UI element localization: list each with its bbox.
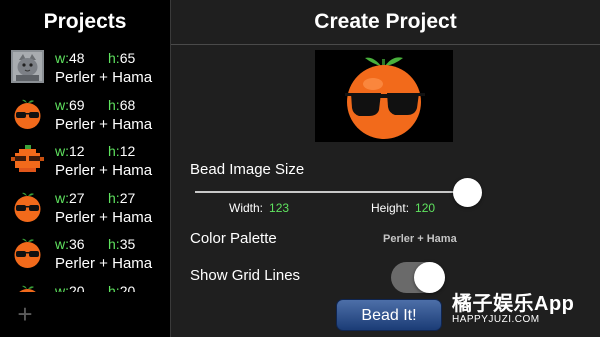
height-label: h: xyxy=(108,96,120,113)
height-readout-value: 120 xyxy=(415,201,436,215)
panel-divider xyxy=(170,0,171,337)
orange-thumbnail xyxy=(11,97,44,130)
grid-lines-toggle-knob[interactable] xyxy=(414,262,445,293)
color-palette-label: Color Palette xyxy=(190,230,277,247)
project-list-item[interactable]: w:12 h:12 Perler + Hama xyxy=(0,140,170,187)
width-value: 12 xyxy=(69,143,85,159)
width-label: w: xyxy=(55,96,69,113)
cat-thumbnail xyxy=(11,50,44,83)
bead-size-slider-fill xyxy=(195,191,454,193)
height-value: 27 xyxy=(119,189,136,206)
width-label: w: xyxy=(55,189,69,206)
palette-name: Perler + Hama xyxy=(55,255,153,272)
sidebar-title: Projects xyxy=(43,10,127,33)
bead-size-slider-thumb[interactable] xyxy=(453,178,482,207)
height-label: h: xyxy=(108,50,120,66)
height-label: h: xyxy=(108,143,120,159)
bead-size-label: Bead Image Size xyxy=(190,161,305,178)
height-label: h: xyxy=(108,282,120,293)
orange-thumbnail xyxy=(11,190,44,223)
width-value: 20 xyxy=(69,282,85,293)
width-label: w: xyxy=(55,236,69,252)
orange-thumbnail xyxy=(11,236,44,269)
watermark-title: 橘子娱乐App xyxy=(452,293,575,315)
height-value: 65 xyxy=(119,50,136,66)
projects-sidebar: Projects w:48 h:65 Perler + Hama w:69 h:… xyxy=(0,0,170,337)
width-value: 69 xyxy=(69,96,85,113)
page-title: Create Project xyxy=(314,10,457,33)
grid-lines-label: Show Grid Lines xyxy=(190,267,301,284)
project-list-item[interactable]: w:69 h:68 Perler + Hama xyxy=(0,94,170,141)
width-readout-label: Width: xyxy=(229,201,264,215)
height-label: h: xyxy=(108,236,120,252)
orange-thumbnail xyxy=(11,283,44,292)
width-value: 36 xyxy=(69,236,85,252)
pixel-orange-thumbnail xyxy=(11,143,44,176)
palette-name: Perler + Hama xyxy=(55,162,153,179)
width-value: 27 xyxy=(69,189,85,206)
palette-name: Perler + Hama xyxy=(55,208,153,226)
bead-it-button[interactable]: Bead It! xyxy=(336,299,442,331)
project-list-item[interactable]: w:36 h:35 Perler + Hama xyxy=(0,233,170,280)
project-list-item[interactable]: w:20 h:20 xyxy=(0,280,170,293)
palette-name: Perler + Hama xyxy=(55,115,153,133)
height-readout-label: Height: xyxy=(371,201,410,215)
color-palette-selector[interactable]: Perler + Hama xyxy=(383,233,457,245)
project-list-item[interactable]: w:48 h:65 Perler + Hama xyxy=(0,47,170,94)
bead-image-preview xyxy=(315,50,453,142)
width-label: w: xyxy=(55,282,69,293)
header-divider xyxy=(171,44,600,45)
width-readout-value: 123 xyxy=(269,201,290,215)
watermark-url: HAPPYJUZI.COM xyxy=(452,314,540,325)
project-list-item[interactable]: w:27 h:27 Perler + Hama xyxy=(0,187,170,234)
height-label: h: xyxy=(108,189,120,206)
add-project-button[interactable]: + xyxy=(14,301,36,327)
plus-icon: + xyxy=(17,299,33,329)
height-value: 68 xyxy=(119,96,136,113)
width-label: w: xyxy=(55,50,69,66)
height-readout: Height: 120 xyxy=(371,201,435,215)
height-value: 20 xyxy=(119,282,136,293)
width-readout: Width: 123 xyxy=(229,201,289,215)
project-list[interactable]: w:48 h:65 Perler + Hama w:69 h:68 Perler… xyxy=(0,47,170,292)
width-label: w: xyxy=(55,143,69,159)
height-value: 12 xyxy=(119,143,136,159)
palette-name: Perler + Hama xyxy=(55,69,153,86)
height-value: 35 xyxy=(119,236,136,252)
width-value: 48 xyxy=(69,50,85,66)
